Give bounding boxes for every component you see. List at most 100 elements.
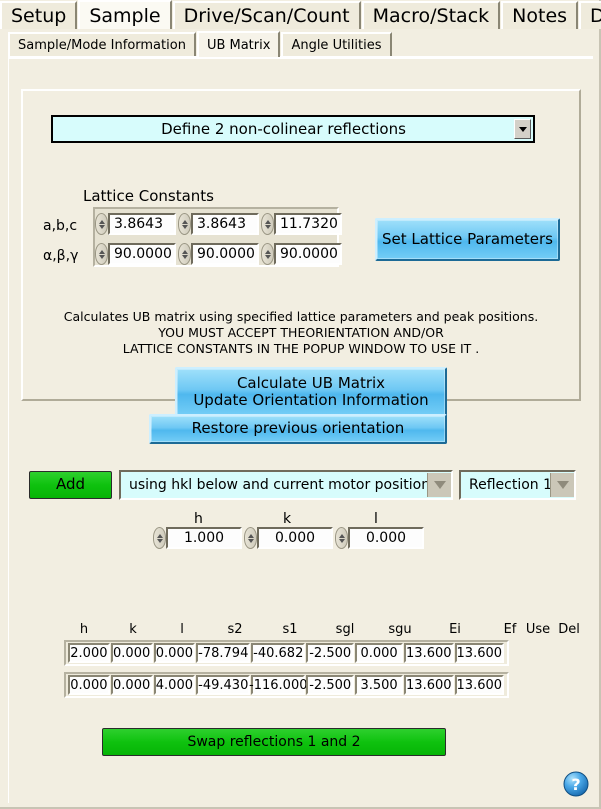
subtab-ub-matrix-label: UB Matrix xyxy=(206,37,271,53)
cell-h[interactable]: 2.000 xyxy=(68,643,110,663)
subtab-sample-mode-information-label: Sample/Mode Information xyxy=(18,38,186,53)
cell-ef[interactable]: 13.600 xyxy=(454,643,505,663)
tab-sample-label: Sample xyxy=(89,4,161,27)
l-input[interactable]: 0.000 xyxy=(335,527,424,549)
reflection-select-combo[interactable]: Reflection 1 xyxy=(459,470,576,500)
add-reflection-label: Add xyxy=(55,475,86,494)
calculation-note-line-3: LATTICE CONSTANTS IN THE POPUP WINDOW TO… xyxy=(122,341,480,356)
tab-sample[interactable]: Sample xyxy=(78,0,172,29)
subtab-sample-mode-information[interactable]: Sample/Mode Information xyxy=(8,32,196,57)
lattice-b-spinner[interactable] xyxy=(178,213,191,235)
table-header-sgl: sgl xyxy=(335,622,355,637)
table-header-del: Del xyxy=(558,622,580,637)
cell-s2[interactable]: -49.430 xyxy=(196,675,251,695)
lattice-beta-input[interactable]: 90.0000 xyxy=(178,243,259,265)
lattice-angles-label: α,β,γ xyxy=(43,248,79,264)
ub-matrix-panel: Define 2 non-colinear reflections Lattic… xyxy=(8,58,593,803)
l-input-label: l xyxy=(374,511,378,527)
table-header-l: l xyxy=(180,622,184,637)
cell-sgl[interactable]: -2.500 xyxy=(306,643,355,663)
lattice-c-input[interactable]: 11.7320 xyxy=(261,213,342,235)
sub-tab-bar: Sample/Mode Information UB Matrix Angle … xyxy=(8,31,393,57)
k-spinner[interactable] xyxy=(244,527,257,549)
add-method-combo[interactable]: using hkl below and current motor positi… xyxy=(119,470,453,500)
lattice-beta-spinner[interactable] xyxy=(178,243,191,265)
table-header-h: h xyxy=(79,622,89,637)
lattice-b-input[interactable]: 3.8643 xyxy=(178,213,259,235)
chevron-down-icon[interactable] xyxy=(514,119,531,139)
subtab-angle-utilities[interactable]: Angle Utilities xyxy=(281,32,392,57)
set-lattice-parameters-button[interactable]: Set Lattice Parameters xyxy=(375,218,560,261)
lattice-gamma-value[interactable]: 90.0000 xyxy=(274,243,342,265)
table-row[interactable]: 2.000 0.000 0.000 -78.794 -40.682 -2.500… xyxy=(64,640,509,666)
lattice-abc-label: a,b,c xyxy=(43,218,78,234)
lattice-alpha-spinner[interactable] xyxy=(95,243,108,265)
reflection-select-combo-value: Reflection 1 xyxy=(469,477,550,493)
cell-s1[interactable]: -40.682 xyxy=(251,643,306,663)
lattice-constants-title: Lattice Constants xyxy=(83,187,214,205)
tab-setup[interactable]: Setup xyxy=(0,1,78,29)
ub-calculation-group: Define 2 non-colinear reflections Lattic… xyxy=(21,89,581,417)
lattice-gamma-input[interactable]: 90.0000 xyxy=(261,243,342,265)
k-input[interactable]: 0.000 xyxy=(244,527,333,549)
cell-ei[interactable]: 13.600 xyxy=(404,643,454,663)
lattice-alpha-value[interactable]: 90.0000 xyxy=(108,243,176,265)
calculation-note-line-1: Calculates UB matrix using specified lat… xyxy=(63,309,539,324)
lattice-c-spinner[interactable] xyxy=(261,213,274,235)
k-value[interactable]: 0.000 xyxy=(257,527,333,549)
tab-macro-stack[interactable]: Macro/Stack xyxy=(361,1,501,29)
h-value[interactable]: 1.000 xyxy=(166,527,242,549)
subtab-ub-matrix[interactable]: UB Matrix xyxy=(196,31,281,57)
lattice-a-value[interactable]: 3.8643 xyxy=(108,213,176,235)
lattice-a-input[interactable]: 3.8643 xyxy=(95,213,176,235)
lattice-alpha-input[interactable]: 90.0000 xyxy=(95,243,176,265)
calculate-ub-matrix-button[interactable]: Calculate UB Matrix Update Orientation I… xyxy=(175,367,447,417)
cell-l[interactable]: 4.000 xyxy=(153,675,196,695)
lattice-b-value[interactable]: 3.8643 xyxy=(191,213,259,235)
reflection-mode-combo[interactable]: Define 2 non-colinear reflections xyxy=(51,115,535,143)
table-header-s2: s2 xyxy=(227,622,243,637)
l-value[interactable]: 0.000 xyxy=(348,527,424,549)
subtab-angle-utilities-label: Angle Utilities xyxy=(291,38,382,53)
tab-data[interactable]: Data xyxy=(579,1,601,29)
table-row[interactable]: 0.000 0.000 4.000 -49.430 -116.000 -2.50… xyxy=(64,672,509,698)
restore-previous-orientation-button[interactable]: Restore previous orientation xyxy=(149,414,447,444)
cell-s1[interactable]: -116.000 xyxy=(249,675,307,695)
cell-ef[interactable]: 13.600 xyxy=(454,675,505,695)
lattice-a-spinner[interactable] xyxy=(95,213,108,235)
l-spinner[interactable] xyxy=(335,527,348,549)
help-question-icon[interactable]: ? xyxy=(563,771,589,797)
set-lattice-parameters-label: Set Lattice Parameters xyxy=(382,229,553,248)
tab-drive-scan-count[interactable]: Drive/Scan/Count xyxy=(172,1,361,29)
cell-k[interactable]: 0.000 xyxy=(110,675,153,695)
cell-l[interactable]: 0.000 xyxy=(153,643,196,663)
h-input[interactable]: 1.000 xyxy=(153,527,242,549)
chevron-down-icon[interactable] xyxy=(550,473,574,497)
calculate-ub-matrix-label-line2: Update Orientation Information xyxy=(193,391,429,409)
tab-notes-label: Notes xyxy=(512,5,568,27)
lattice-gamma-spinner[interactable] xyxy=(261,243,274,265)
tab-notes[interactable]: Notes xyxy=(501,1,579,29)
svg-text:?: ? xyxy=(571,775,580,794)
add-reflection-button[interactable]: Add xyxy=(29,471,112,499)
cell-k[interactable]: 0.000 xyxy=(110,643,153,663)
lattice-beta-value[interactable]: 90.0000 xyxy=(191,243,259,265)
cell-ei[interactable]: 13.600 xyxy=(404,675,454,695)
swap-reflections-button[interactable]: Swap reflections 1 and 2 xyxy=(102,728,446,756)
tab-macro-stack-label: Macro/Stack xyxy=(372,5,490,27)
cell-sgu[interactable]: 0.000 xyxy=(355,643,404,663)
h-spinner[interactable] xyxy=(153,527,166,549)
h-input-label: h xyxy=(194,511,203,527)
cell-h[interactable]: 0.000 xyxy=(68,675,110,695)
calculation-note-line-2: YOU MUST ACCEPT THEORIENTATION AND/OR xyxy=(158,325,444,340)
tab-setup-label: Setup xyxy=(11,5,67,27)
chevron-down-icon[interactable] xyxy=(427,473,451,497)
lattice-c-value[interactable]: 11.7320 xyxy=(274,213,342,235)
cell-sgu[interactable]: 3.500 xyxy=(355,675,404,695)
cell-sgl[interactable]: -2.500 xyxy=(306,675,355,695)
swap-reflections-label: Swap reflections 1 and 2 xyxy=(187,733,361,750)
main-tab-bar: Setup Sample Drive/Scan/Count Macro/Stac… xyxy=(0,0,601,29)
cell-s2[interactable]: -78.794 xyxy=(196,643,251,663)
tab-drive-scan-count-label: Drive/Scan/Count xyxy=(183,5,350,27)
table-header-sgu: sgu xyxy=(388,622,412,637)
